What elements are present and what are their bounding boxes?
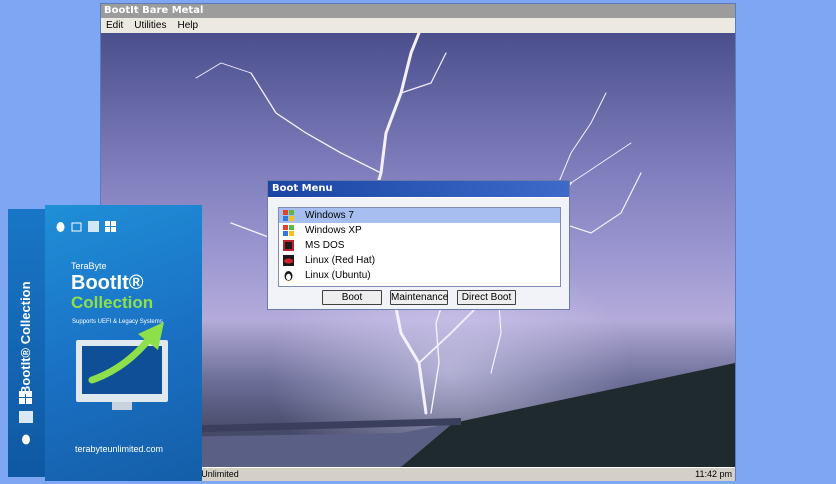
windows-flag-icon xyxy=(283,225,294,236)
linux-logo-icon xyxy=(22,434,30,445)
boot-button[interactable]: Boot xyxy=(322,290,382,305)
clock: 11:42 pm xyxy=(695,469,732,479)
product-url: terabyteunlimited.com xyxy=(75,444,164,454)
dialog-buttons: Boot Maintenance Direct Boot xyxy=(268,290,569,306)
os-entry-label: Windows XP xyxy=(305,225,362,236)
menu-help[interactable]: Help xyxy=(177,18,198,33)
os-entry-linux-ubuntu[interactable]: Linux (Ubuntu) xyxy=(279,268,560,283)
os-entry-windows-7[interactable]: Windows 7 xyxy=(279,208,560,223)
ms-dos-icon xyxy=(88,221,99,232)
spine-title: BootIt® Collection xyxy=(18,281,33,395)
boot-menu-dialog: Boot Menu Windows 7 Windows XP MS DOS Li… xyxy=(267,180,570,310)
os-entry-linux-red-hat[interactable]: Linux (Red Hat) xyxy=(279,253,560,268)
tux-icon xyxy=(56,222,65,232)
product-name: BootIt® xyxy=(71,272,144,294)
dialog-title: Boot Menu xyxy=(268,181,569,197)
os-entry-label: Windows 7 xyxy=(305,210,354,221)
package-icon xyxy=(71,222,82,232)
menu-bar: Edit Utilities Help xyxy=(101,18,735,33)
monitor-illustration xyxy=(76,322,168,410)
ms-dos-logo-icon xyxy=(19,411,33,423)
os-entry-label: Linux (Ubuntu) xyxy=(305,270,371,281)
window-title: BootIt Bare Metal xyxy=(101,4,735,18)
monitor-stand xyxy=(112,402,132,410)
product-brand: TeraByte xyxy=(71,261,107,271)
product-edition: Collection xyxy=(71,293,154,312)
os-entry-label: MS DOS xyxy=(305,240,345,251)
red-hat-icon xyxy=(283,255,294,266)
os-list[interactable]: Windows 7 Windows XP MS DOS Linux (Red H… xyxy=(278,207,561,287)
tux-icon xyxy=(284,271,293,281)
ms-dos-icon xyxy=(283,240,294,251)
growth-arrow-icon xyxy=(88,322,164,384)
dialog-body: Windows 7 Windows XP MS DOS Linux (Red H… xyxy=(268,198,569,309)
os-entry-label: Linux (Red Hat) xyxy=(305,255,376,266)
maintenance-button[interactable]: Maintenance xyxy=(390,290,448,305)
product-box-spine: BootIt® Collection xyxy=(8,209,45,477)
product-box-front: TeraByte BootIt® Collection Supports UEF… xyxy=(45,205,202,481)
windows-flag-icon xyxy=(283,210,294,221)
windows-logo-icon xyxy=(19,391,32,404)
os-entry-ms-dos[interactable]: MS DOS xyxy=(279,238,560,253)
windows-logo-icon xyxy=(105,221,116,232)
direct-boot-button[interactable]: Direct Boot xyxy=(457,290,516,305)
product-box: BootIt® Collection TeraByte BootIt® Coll… xyxy=(0,205,202,481)
os-entry-windows-xp[interactable]: Windows XP xyxy=(279,223,560,238)
menu-utilities[interactable]: Utilities xyxy=(134,18,166,33)
menu-edit[interactable]: Edit xyxy=(106,18,123,33)
